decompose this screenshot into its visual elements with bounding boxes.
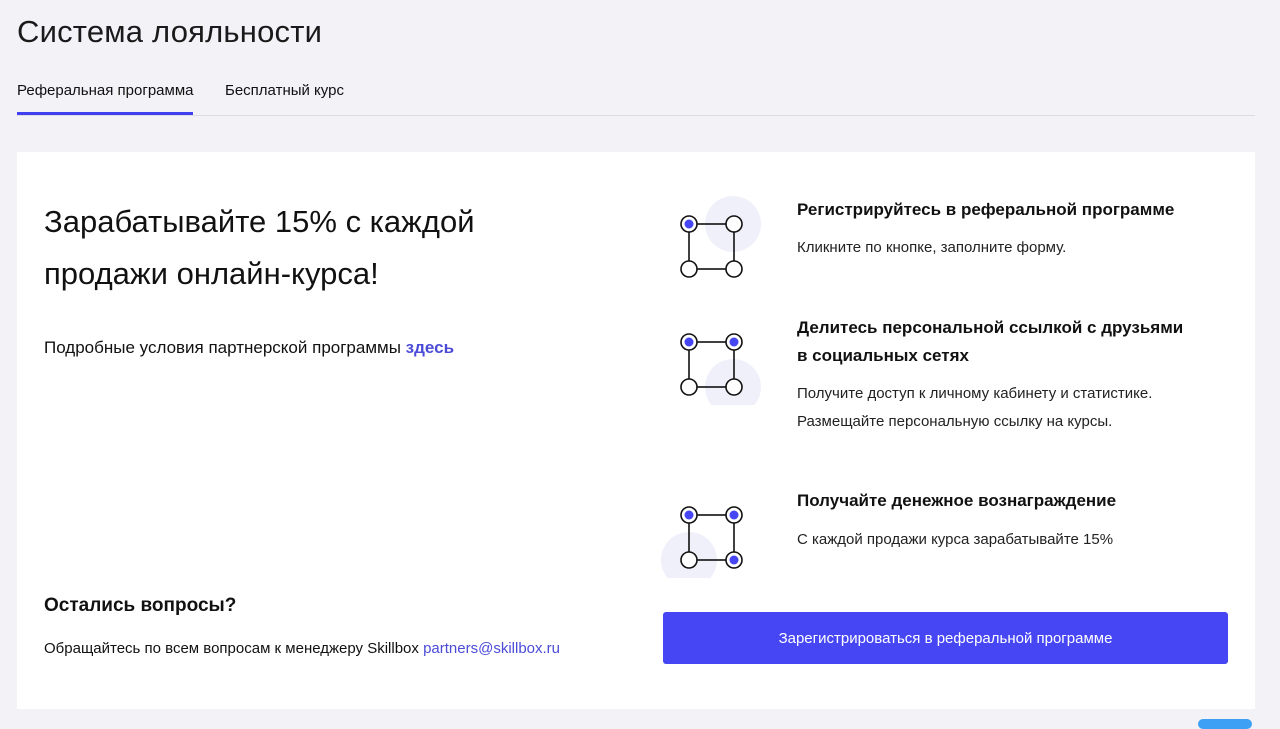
headline-line-1: Зарабатывайте 15% с каждой bbox=[44, 204, 475, 239]
chat-widget-button[interactable] bbox=[1198, 719, 1252, 729]
page-title: Система лояльности bbox=[17, 14, 323, 49]
register-referral-button[interactable]: Зарегистрироваться в реферальной програм… bbox=[663, 612, 1228, 664]
conditions-link[interactable]: здесь bbox=[406, 338, 454, 357]
headline-line-2: продажи онлайн-курса! bbox=[44, 256, 379, 291]
partners-email-link[interactable]: partners@skillbox.ru bbox=[423, 640, 560, 657]
step-2-desc: Получите доступ к личному кабинету и ста… bbox=[797, 380, 1217, 436]
step-3-desc: С каждой продажи курса зарабатывайте 15% bbox=[797, 526, 1217, 554]
step-3-desc-line: С каждой продажи курса зарабатывайте 15% bbox=[797, 531, 1114, 548]
square-nodes-1-icon bbox=[680, 196, 761, 278]
step-1-title: Регистрируйтесь в реферальной программе bbox=[797, 196, 1217, 224]
step-2-desc-line-2: Размещайте персональную ссылку на курсы. bbox=[797, 413, 1113, 430]
conditions-text: Подробные условия партнерской программы … bbox=[44, 338, 454, 358]
tab-referral-program[interactable]: Реферальная программа bbox=[17, 78, 194, 115]
step-3-title-line: Получайте денежное вознаграждение bbox=[797, 491, 1117, 510]
step-1-title-line: Регистрируйтесь в реферальной программе bbox=[797, 200, 1175, 219]
square-nodes-2-icon bbox=[680, 333, 761, 405]
square-nodes-3-icon bbox=[661, 506, 743, 578]
step-1-desc: Кликните по кнопке, заполните форму. bbox=[797, 234, 1217, 262]
step-2-title-line-1: Делитесь персональной ссылкой с друзьями bbox=[797, 318, 1184, 337]
tab-free-course[interactable]: Бесплатный курс bbox=[225, 78, 344, 115]
questions-text: Обращайтесь по всем вопросам к менеджеру… bbox=[44, 640, 560, 657]
referral-card: Зарабатывайте 15% с каждой продажи онлай… bbox=[17, 152, 1255, 709]
step-1-desc-line: Кликните по кнопке, заполните форму. bbox=[797, 239, 1067, 256]
questions-label: Обращайтесь по всем вопросам к менеджеру… bbox=[44, 640, 424, 657]
questions-title: Остались вопросы? bbox=[44, 595, 237, 616]
tab-bar: Реферальная программа Бесплатный курс bbox=[17, 78, 1255, 116]
conditions-label: Подробные условия партнерской программы bbox=[44, 338, 406, 357]
step-2-title-line-2: в социальных сетях bbox=[797, 346, 969, 365]
step-2-desc-line-1: Получите доступ к личному кабинету и ста… bbox=[797, 385, 1153, 402]
step-2-title: Делитесь персональной ссылкой с друзьями… bbox=[797, 314, 1217, 370]
step-3-title: Получайте денежное вознаграждение bbox=[797, 487, 1217, 515]
headline: Зарабатывайте 15% с каждой продажи онлай… bbox=[44, 196, 564, 300]
